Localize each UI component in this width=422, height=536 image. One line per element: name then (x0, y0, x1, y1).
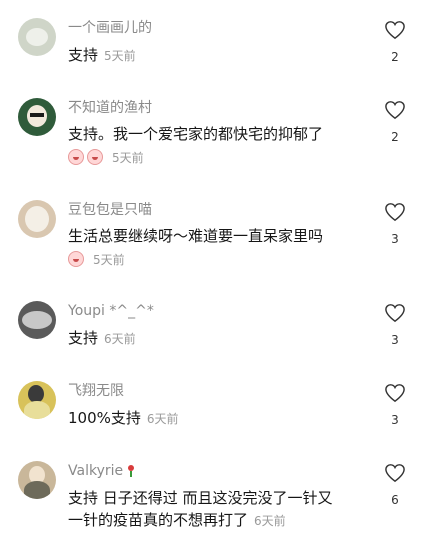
username[interactable]: Valkyrie (68, 461, 123, 481)
face-emoji-icon (68, 251, 84, 267)
face-emoji-icon (68, 149, 84, 165)
username[interactable]: 不知道的渔村 (68, 98, 368, 118)
heart-outline-icon[interactable] (384, 303, 406, 323)
comment-item: Valkyrie 支持 日子还得过 而且这没完没了一针又 一针的疫苗真的不想再打… (0, 461, 422, 532)
timestamp: 6天前 (146, 412, 179, 426)
like-count: 2 (391, 50, 399, 64)
username[interactable]: 豆包包是只喵 (68, 200, 368, 220)
comment-item: 不知道的渔村 支持。我一个爱宅家的都快宅的抑郁了 5天前 2 (0, 98, 422, 167)
comment-item: Youpi *^_^* 支持 6天前 3 (0, 301, 422, 350)
like-count: 3 (391, 413, 399, 427)
avatar[interactable] (18, 381, 56, 419)
like-count: 3 (391, 333, 399, 347)
timestamp: 5天前 (112, 150, 144, 165)
like-count: 3 (391, 232, 399, 246)
comment-text: 支持 (68, 329, 99, 347)
like-count: 2 (391, 130, 399, 144)
comment-item: 飞翔无限 100%支持 6天前 3 (0, 381, 422, 430)
comment-text: 生活总要继续呀～难道要一直呆家里吗 (68, 227, 324, 245)
avatar[interactable] (18, 301, 56, 339)
heart-outline-icon[interactable] (384, 202, 406, 222)
comment-text-line-1: 支持 日子还得过 而且这没完没了一针又 (68, 489, 333, 507)
heart-outline-icon[interactable] (384, 383, 406, 403)
avatar[interactable] (18, 200, 56, 238)
username[interactable]: 飞翔无限 (68, 381, 368, 401)
username[interactable]: Youpi *^_^* (68, 301, 368, 321)
heart-outline-icon[interactable] (384, 463, 406, 483)
comment-item: 豆包包是只喵 生活总要继续呀～难道要一直呆家里吗 5天前 3 (0, 200, 422, 269)
flower-icon (126, 465, 136, 477)
face-emoji-icon (87, 149, 103, 165)
heart-outline-icon[interactable] (384, 100, 406, 120)
timestamp: 6天前 (104, 332, 136, 346)
comment-text: 支持 (68, 46, 99, 64)
comment-text: 支持。我一个爱宅家的都快宅的抑郁了 (68, 125, 324, 143)
like-count: 6 (391, 493, 399, 507)
comment-text-line-2: 一针的疫苗真的不想再打了 (68, 511, 249, 529)
comment-text: 100%支持 (68, 409, 141, 427)
timestamp: 5天前 (104, 49, 136, 63)
avatar[interactable] (18, 98, 56, 136)
timestamp: 6天前 (254, 514, 286, 528)
comment-item: 一个画画儿的 支持 5天前 2 (0, 18, 422, 67)
timestamp: 5天前 (93, 252, 125, 267)
avatar[interactable] (18, 18, 56, 56)
heart-outline-icon[interactable] (384, 20, 406, 40)
username[interactable]: 一个画画儿的 (68, 18, 368, 38)
comment-list: 一个画画儿的 支持 5天前 2 不知道的渔村 支持。我一个爱宅家的都快宅的抑郁了 … (0, 0, 422, 536)
avatar[interactable] (18, 461, 56, 499)
